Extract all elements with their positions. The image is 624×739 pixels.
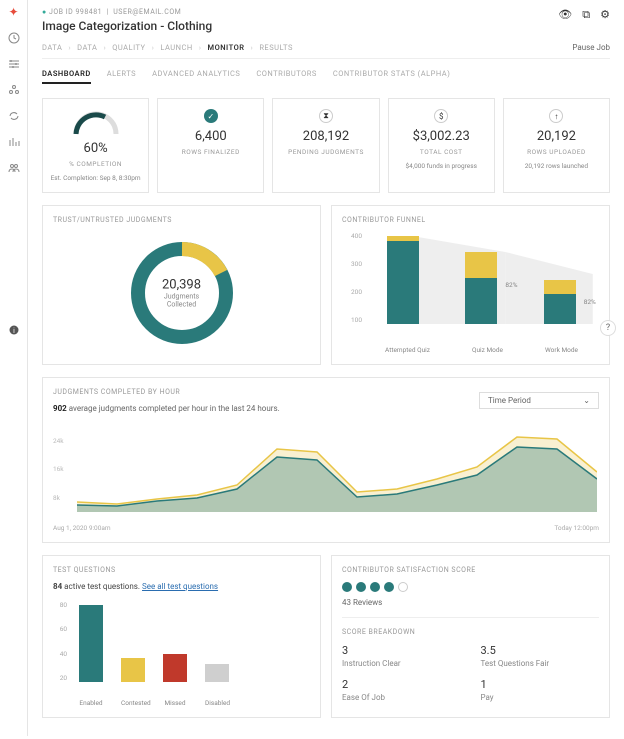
- area-chart: 24k16k8k: [53, 427, 599, 522]
- sliders-icon[interactable]: [8, 58, 20, 70]
- rating-dots: [342, 582, 599, 592]
- tq-bar-contested: [121, 658, 145, 682]
- funnel-pct-2: 82%: [584, 298, 596, 306]
- crumb-quality[interactable]: QUALITY: [112, 43, 145, 52]
- tq-bar-disabled: [205, 664, 229, 682]
- kpi-cost-label: TOTAL COST: [420, 148, 463, 156]
- testq-chart: 80604020: [53, 601, 310, 696]
- users-icon[interactable]: [8, 84, 20, 96]
- panel-trust: TRUST/UNTRUSTED JUDGMENTS 20,398 Judgmen…: [42, 205, 321, 365]
- help-button[interactable]: ?: [600, 320, 616, 336]
- sat-title: CONTRIBUTOR SATISFACTION SCORE: [342, 566, 599, 574]
- breakdown-title: SCORE BREAKDOWN: [342, 628, 599, 636]
- kpi-uploaded-label: ROWS UPLOADED: [527, 148, 586, 156]
- left-sidebar: ✦ i: [0, 0, 28, 736]
- kpi-uploaded-value: 20,192: [537, 129, 576, 144]
- crumb-data[interactable]: DATA: [42, 43, 62, 52]
- copy-icon[interactable]: ⧉: [582, 8, 590, 22]
- refresh-icon[interactable]: [8, 110, 20, 122]
- kpi-cost-sub: $4,000 funds in progress: [405, 162, 476, 170]
- kpi-pending-value: 208,192: [303, 129, 349, 144]
- funnel-bar-3: 82%: [544, 280, 576, 324]
- main-content: ● JOB ID 998481 | USER@EMAIL.COM Image C…: [28, 0, 624, 736]
- panel-test-questions: TEST QUESTIONS 84 active test questions.…: [42, 555, 321, 718]
- score-instruction: 3Instruction Clear: [342, 644, 461, 668]
- funnel-xaxis: Attempted QuizQuiz ModeWork Mode: [342, 346, 599, 354]
- kpi-rows-label: ROWS FINALIZED: [182, 148, 240, 156]
- tab-contributor-stats[interactable]: CONTRIBUTOR STATS (ALPHA): [333, 69, 450, 84]
- page-title: Image Categorization - Clothing: [42, 19, 212, 33]
- judgments-title: JUDGMENTS COMPLETED BY HOUR: [53, 388, 280, 396]
- gauge-icon: [71, 109, 121, 139]
- testq-xaxis: EnabledContestedMissedDisabled: [53, 699, 310, 707]
- svg-text:i: i: [13, 327, 15, 335]
- eye-icon[interactable]: 👁: [558, 8, 572, 22]
- kpi-uploaded-sub: 20,192 rows launched: [525, 162, 588, 170]
- tq-bar-missed: [163, 654, 187, 682]
- funnel-yaxis: 400300200100: [342, 232, 362, 324]
- people-icon[interactable]: [8, 162, 20, 174]
- crumb-results[interactable]: RESULTS: [259, 43, 293, 52]
- crumb-data2[interactable]: DATA: [77, 43, 97, 52]
- trust-title: TRUST/UNTRUSTED JUDGMENTS: [53, 216, 310, 224]
- kpi-cost: $ $3,002.23 TOTAL COST $4,000 funds in p…: [388, 98, 495, 193]
- funnel-title: CONTRIBUTOR FUNNEL: [342, 216, 599, 224]
- score-pay: 1Pay: [481, 678, 600, 702]
- donut-chart: 20,398 Judgments Collected: [127, 238, 237, 348]
- funnel-bar-1: [387, 236, 419, 324]
- info-icon[interactable]: i: [8, 324, 20, 336]
- kpi-completion: 60% % COMPLETION Est. Completion: Sep 8,…: [42, 98, 149, 193]
- check-icon: ✓: [204, 109, 218, 123]
- breadcrumb: DATA› DATA› QUALITY› LAUNCH› MONITOR› RE…: [42, 43, 293, 52]
- judgments-subtitle: 902 average judgments completed per hour…: [53, 404, 280, 413]
- crumb-monitor[interactable]: MONITOR: [208, 43, 245, 52]
- pause-job-link[interactable]: Pause Job: [572, 43, 610, 52]
- hourglass-icon: ⧗: [319, 109, 333, 123]
- tq-bar-enabled: [79, 605, 103, 682]
- job-meta: ● JOB ID 998481 | USER@EMAIL.COM: [42, 8, 212, 16]
- clock-icon[interactable]: [8, 32, 20, 44]
- kpi-pending: ⧗ 208,192 PENDING JUDGMENTS: [272, 98, 379, 193]
- kpi-completion-label: % COMPLETION: [69, 160, 122, 168]
- panel-funnel: CONTRIBUTOR FUNNEL 400300200100: [331, 205, 610, 365]
- panel-satisfaction: CONTRIBUTOR SATISFACTION SCORE 43 Review…: [331, 555, 610, 718]
- dollar-icon: $: [434, 109, 448, 123]
- funnel-bar-2: 82%: [465, 252, 497, 324]
- kpi-rows-value: 6,400: [195, 129, 227, 144]
- kpi-pending-label: PENDING JUDGMENTS: [288, 148, 364, 156]
- kpi-cost-value: $3,002.23: [413, 129, 470, 144]
- tab-advanced[interactable]: ADVANCED ANALYTICS: [152, 69, 240, 84]
- chevron-down-icon: ⌄: [583, 396, 590, 405]
- area-xaxis: Aug 1, 2020 9:00amToday 12:00pm: [53, 524, 599, 532]
- testq-subtitle: 84 active test questions. See all test q…: [53, 582, 310, 591]
- tab-contributors[interactable]: CONTRIBUTORS: [256, 69, 317, 84]
- tab-bar: DASHBOARD ALERTS ADVANCED ANALYTICS CONT…: [42, 69, 610, 84]
- chart-icon[interactable]: [8, 136, 20, 148]
- gear-icon[interactable]: ⚙: [600, 8, 610, 22]
- reviews-count: 43 Reviews: [342, 598, 599, 607]
- score-testq: 3.5Test Questions Fair: [481, 644, 600, 668]
- time-period-dropdown[interactable]: Time Period⌄: [479, 392, 599, 409]
- score-ease: 2Ease Of Job: [342, 678, 461, 702]
- crumb-launch[interactable]: LAUNCH: [160, 43, 192, 52]
- kpi-completion-sub: Est. Completion: Sep 8, 8:30pm: [51, 174, 141, 182]
- kpi-completion-value: 60%: [84, 141, 108, 156]
- app-logo[interactable]: ✦: [8, 6, 20, 18]
- funnel-pct-1: 82%: [505, 281, 517, 289]
- tab-alerts[interactable]: ALERTS: [107, 69, 136, 84]
- kpi-rows-finalized: ✓ 6,400 ROWS FINALIZED: [157, 98, 264, 193]
- tab-dashboard[interactable]: DASHBOARD: [42, 69, 91, 84]
- donut-value: 20,398: [154, 278, 209, 293]
- testq-title: TEST QUESTIONS: [53, 566, 310, 574]
- donut-label: Judgments Collected: [154, 293, 209, 309]
- upload-icon: ↑: [549, 109, 563, 123]
- kpi-uploaded: ↑ 20,192 ROWS UPLOADED 20,192 rows launc…: [503, 98, 610, 193]
- see-all-link[interactable]: See all test questions: [142, 582, 218, 591]
- panel-judgments: JUDGMENTS COMPLETED BY HOUR 902 average …: [42, 377, 610, 543]
